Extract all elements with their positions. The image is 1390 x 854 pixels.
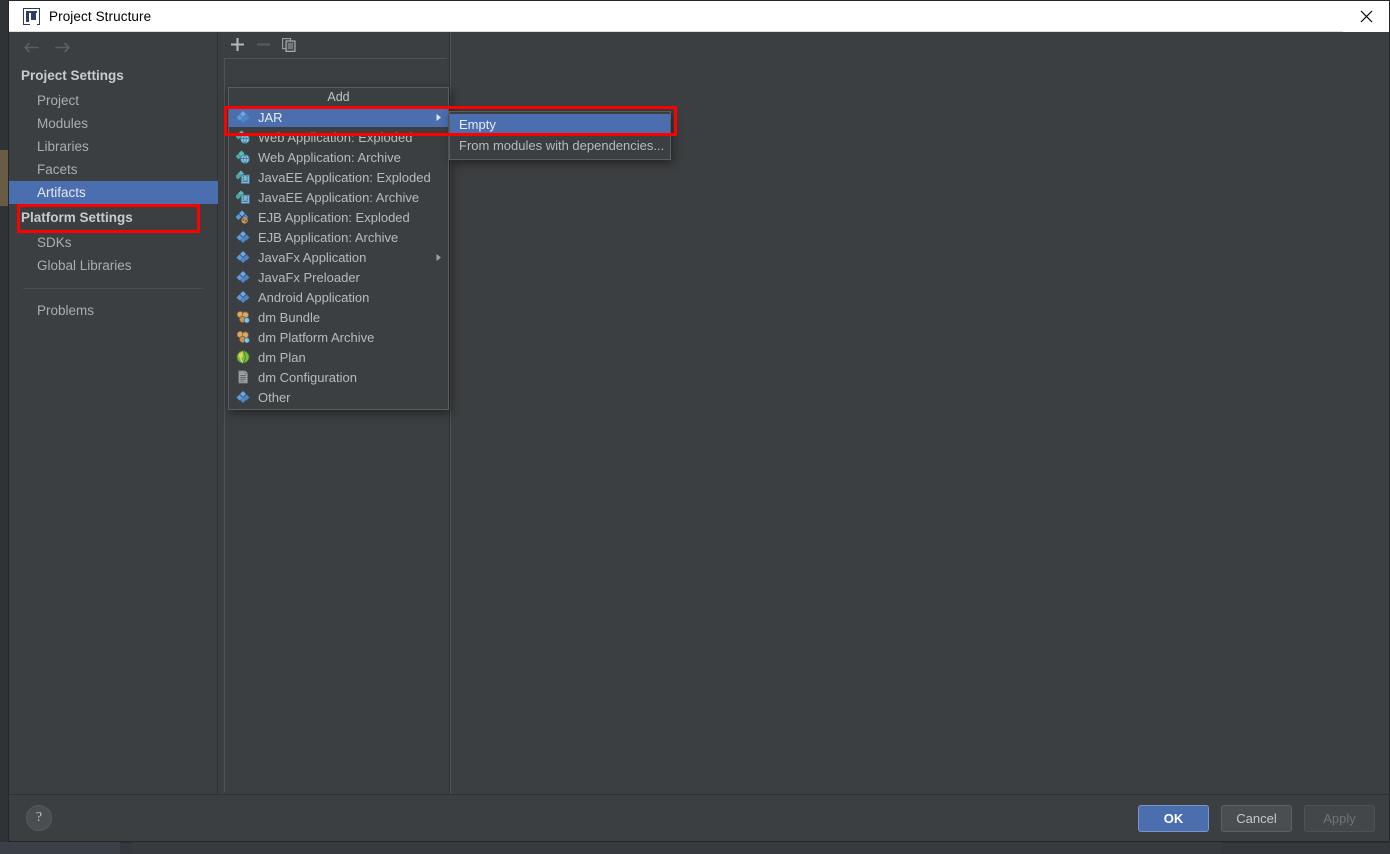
sidebar-separator <box>23 288 203 289</box>
settings-sidebar: Project Settings Project Modules Librari… <box>9 32 225 794</box>
plus-icon[interactable] <box>225 34 249 56</box>
apply-button: Apply <box>1304 804 1375 832</box>
javafx-preloader-icon <box>235 269 251 285</box>
menu-item-label: EJB Application: Archive <box>258 229 399 245</box>
android-application-icon <box>235 289 251 305</box>
minus-icon <box>251 34 275 56</box>
sidebar-nav-arrows <box>9 32 217 62</box>
menu-item-label: Empty <box>459 117 496 132</box>
menu-item-other[interactable]: Other <box>229 387 448 407</box>
ok-button[interactable]: OK <box>1138 804 1209 832</box>
dm-bundle-icon <box>235 309 251 325</box>
dialog-title: Project Structure <box>49 8 152 24</box>
menu-item-label: From modules with dependencies... <box>459 138 665 153</box>
sidebar-item-modules[interactable]: Modules <box>9 112 217 135</box>
close-icon[interactable] <box>1343 0 1389 32</box>
javaee-application-archive-icon <box>235 189 251 205</box>
menu-item-javafx-preloader[interactable]: JavaFx Preloader <box>229 267 448 287</box>
chevron-right-icon <box>433 112 444 123</box>
sidebar-item-project[interactable]: Project <box>9 89 217 112</box>
menu-item-label: JAR <box>258 109 283 125</box>
dialog-titlebar: Project Structure <box>9 0 1389 32</box>
taskbar-segment-left <box>0 842 120 854</box>
ejb-application-exploded-icon <box>235 209 251 225</box>
dialog-button-bar: ? OK Cancel Apply <box>9 794 1389 841</box>
menu-item-label: Other <box>258 389 291 405</box>
sidebar-item-facets[interactable]: Facets <box>9 158 217 181</box>
chevron-right-icon <box>433 252 444 263</box>
menu-item-ejb-application-exploded[interactable]: EJB Application: Exploded <box>229 207 448 227</box>
arrow-right-icon[interactable] <box>53 39 73 55</box>
cancel-button[interactable]: Cancel <box>1221 804 1292 832</box>
sidebar-item-problems[interactable]: Problems <box>9 299 217 322</box>
javaee-application-exploded-icon <box>235 169 251 185</box>
sidebar-item-libraries[interactable]: Libraries <box>9 135 217 158</box>
project-structure-dialog: Project Structure Project Settings Proje… <box>8 0 1390 842</box>
ejb-application-archive-icon <box>235 229 251 245</box>
dm-platform-archive-icon <box>235 329 251 345</box>
sidebar-group-project-settings: Project Settings <box>21 68 124 83</box>
desktop-background: Project Structure Project Settings Proje… <box>0 0 1390 854</box>
sidebar-group-platform-settings: Platform Settings <box>21 210 133 225</box>
menu-item-label: dm Plan <box>258 349 306 365</box>
dm-configuration-icon <box>235 369 251 385</box>
menu-item-javaee-application-exploded[interactable]: JavaEE Application: Exploded <box>229 167 448 187</box>
menu-item-label: Android Application <box>258 289 370 305</box>
sidebar-item-artifacts[interactable]: Artifacts <box>9 181 225 204</box>
menu-item-dm-configuration[interactable]: dm Configuration <box>229 367 448 387</box>
menu-item-label: Web Application: Archive <box>258 149 401 165</box>
menu-item-label: dm Bundle <box>258 309 321 325</box>
menu-item-label: EJB Application: Exploded <box>258 209 410 225</box>
web-application-exploded-icon <box>235 129 251 145</box>
menu-item-label: dm Configuration <box>258 369 357 385</box>
menu-item-jar-from-modules-with-dependencies[interactable]: From modules with dependencies... <box>450 135 670 156</box>
menu-item-label: Web Application: Exploded <box>258 129 413 145</box>
menu-item-android-application[interactable]: Android Application <box>229 287 448 307</box>
intellij-idea-icon <box>23 7 40 25</box>
other-artifact-icon <box>235 389 251 405</box>
menu-item-label: dm Platform Archive <box>258 329 375 345</box>
web-application-archive-icon <box>235 149 251 165</box>
menu-item-web-application-exploded[interactable]: Web Application: Exploded <box>229 127 448 147</box>
add-popup-title: Add <box>229 88 448 107</box>
menu-item-javafx-application[interactable]: JavaFx Application <box>229 247 448 267</box>
taskbar-segment-main <box>132 842 1222 854</box>
dialog-body: Project Settings Project Modules Librari… <box>9 32 1389 794</box>
dm-plan-icon <box>235 349 251 365</box>
menu-item-dm-platform-archive[interactable]: dm Platform Archive <box>229 327 448 347</box>
add-artifact-popup-menu: Add JAR Web Application: Exploded Web Ap… <box>228 87 449 410</box>
help-button[interactable]: ? <box>26 805 52 831</box>
menu-item-jar-empty[interactable]: Empty <box>450 114 670 135</box>
menu-item-ejb-application-archive[interactable]: EJB Application: Archive <box>229 227 448 247</box>
desktop-edge-accent <box>0 150 8 206</box>
menu-item-dm-bundle[interactable]: dm Bundle <box>229 307 448 327</box>
menu-item-jar[interactable]: JAR <box>229 107 448 127</box>
sidebar-item-sdks[interactable]: SDKs <box>9 231 217 254</box>
javafx-application-icon <box>235 249 251 265</box>
copy-icon[interactable] <box>277 34 301 56</box>
menu-item-label: JavaFx Preloader <box>258 269 360 285</box>
menu-item-label: JavaEE Application: Archive <box>258 189 420 205</box>
artifacts-toolbar <box>218 32 449 57</box>
menu-item-web-application-archive[interactable]: Web Application: Archive <box>229 147 448 167</box>
jar-submenu: Empty From modules with dependencies... <box>449 111 671 160</box>
sidebar-item-global-libraries[interactable]: Global Libraries <box>9 254 217 277</box>
menu-item-label: JavaEE Application: Exploded <box>258 169 431 185</box>
menu-item-label: JavaFx Application <box>258 249 367 265</box>
menu-item-javaee-application-archive[interactable]: JavaEE Application: Archive <box>229 187 448 207</box>
arrow-left-icon[interactable] <box>21 39 41 55</box>
menu-item-dm-plan[interactable]: dm Plan <box>229 347 448 367</box>
jar-artifact-icon <box>235 109 251 125</box>
desktop-left-strip <box>0 0 8 854</box>
